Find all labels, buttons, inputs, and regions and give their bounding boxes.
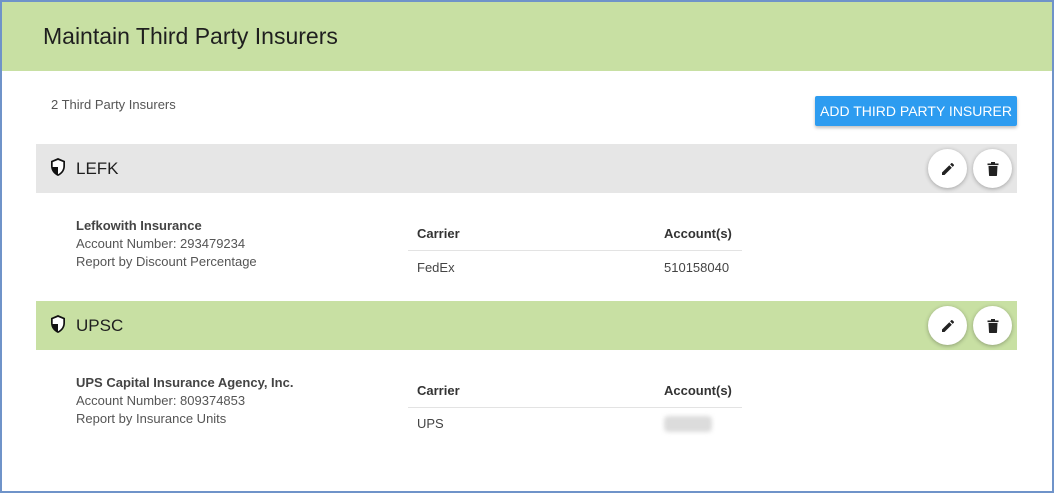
report-by: Report by Discount Percentage — [76, 254, 257, 269]
trash-icon — [987, 318, 998, 333]
insurer-code: UPSC — [76, 316, 124, 335]
insurer-details: UPS Capital Insurance Agency, Inc. Accou… — [76, 374, 293, 428]
carrier-column-header: Carrier — [417, 226, 460, 241]
trash-icon — [987, 161, 998, 176]
delete-button[interactable] — [973, 149, 1012, 188]
account-number: Account Number: 809374853 — [76, 393, 246, 408]
add-third-party-insurer-button[interactable]: ADD THIRD PARTY INSURER — [815, 96, 1017, 126]
pencil-icon — [941, 319, 954, 332]
carrier-cell: UPS — [417, 416, 444, 431]
table-divider — [408, 407, 742, 408]
insurer-code: LEFK — [76, 159, 119, 178]
accounts-column-header: Account(s) — [664, 383, 732, 398]
insurer-name: Lefkowith Insurance — [76, 218, 202, 233]
accounts-column-header: Account(s) — [664, 226, 732, 241]
table-divider — [408, 250, 742, 251]
carrier-cell: FedEx — [417, 260, 455, 275]
pencil-icon — [941, 162, 954, 175]
page-header: Maintain Third Party Insurers — [2, 2, 1052, 71]
delete-button[interactable] — [973, 306, 1012, 345]
insurer-header-upsc[interactable]: UPSC — [36, 301, 1017, 350]
edit-button[interactable] — [928, 149, 967, 188]
account-number: Account Number: 293479234 — [76, 236, 246, 251]
carrier-column-header: Carrier — [417, 383, 460, 398]
report-by: Report by Insurance Units — [76, 411, 227, 426]
insurer-name: UPS Capital Insurance Agency, Inc. — [76, 375, 294, 390]
shield-icon — [51, 158, 65, 176]
redacted-accounts-cell — [664, 416, 712, 432]
insurer-header-lefk[interactable]: LEFK — [36, 144, 1017, 193]
insurer-count: 2 Third Party Insurers — [51, 97, 176, 112]
accounts-cell: 510158040 — [664, 260, 730, 275]
insurer-details: Lefkowith Insurance Account Number: 2934… — [76, 217, 257, 271]
edit-button[interactable] — [928, 306, 967, 345]
shield-icon — [51, 315, 65, 333]
page-title: Maintain Third Party Insurers — [43, 23, 338, 49]
